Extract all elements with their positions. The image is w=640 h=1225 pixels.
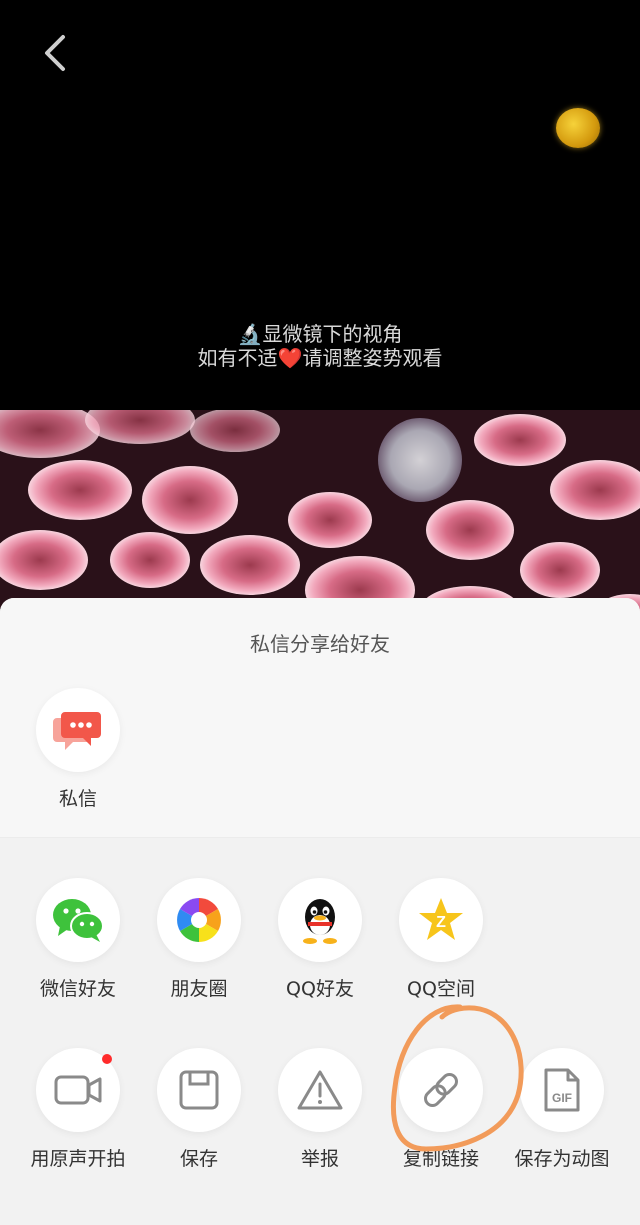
save-label: 保存 bbox=[179, 1148, 218, 1170]
shoot-with-original-sound-button[interactable]: 用原声开拍 bbox=[18, 1048, 138, 1171]
chevron-left-icon bbox=[45, 35, 65, 71]
private-message-circle[interactable] bbox=[36, 688, 120, 772]
coin-reward-icon[interactable] bbox=[556, 108, 600, 148]
warning-icon bbox=[297, 1070, 343, 1110]
moments-label: 朋友圈 bbox=[170, 978, 228, 1000]
qq-icon bbox=[303, 899, 337, 944]
copy-link-circle[interactable] bbox=[399, 1048, 483, 1132]
caption-line-2: 如有不适❤️请调整姿势观看 bbox=[197, 346, 443, 370]
private-message-label: 私信 bbox=[58, 788, 97, 810]
save-icon bbox=[179, 1070, 219, 1110]
qzone-circle[interactable]: Z bbox=[399, 878, 483, 962]
qzone-label: QQ空间 bbox=[407, 978, 475, 1000]
save-gif-label: 保存为动图 bbox=[514, 1148, 610, 1170]
video-player[interactable]: 🔬显微镜下的视角 如有不适❤️请调整姿势观看 bbox=[0, 0, 640, 640]
back-button[interactable] bbox=[30, 28, 80, 78]
qq-circle[interactable] bbox=[278, 878, 362, 962]
save-button[interactable]: 保存 bbox=[139, 1048, 259, 1171]
copy-link-button[interactable]: 复制链接 bbox=[381, 1048, 501, 1171]
save-as-gif-button[interactable]: GIF 保存为动图 bbox=[502, 1048, 622, 1171]
wechat-circle[interactable] bbox=[36, 878, 120, 962]
wechat-icon bbox=[53, 899, 104, 942]
save-gif-circle[interactable]: GIF bbox=[520, 1048, 604, 1132]
notification-dot bbox=[102, 1054, 112, 1064]
report-button[interactable]: 举报 bbox=[260, 1048, 380, 1171]
report-label: 举报 bbox=[300, 1148, 339, 1170]
share-qzone-button[interactable]: Z QQ空间 bbox=[381, 878, 501, 1001]
qzone-icon: Z bbox=[419, 898, 463, 940]
share-moments-button[interactable]: 朋友圈 bbox=[139, 878, 259, 1001]
shoot-circle[interactable] bbox=[36, 1048, 120, 1132]
share-qq-button[interactable]: QQ好友 bbox=[260, 878, 380, 1001]
gif-file-icon: GIF bbox=[544, 1068, 580, 1112]
video-camera-icon bbox=[54, 1075, 102, 1105]
caption-line-1: 🔬显微镜下的视角 bbox=[237, 322, 403, 346]
private-share-section: 私信分享给好友 私信 bbox=[0, 598, 640, 838]
video-caption: 🔬显微镜下的视角 如有不适❤️请调整姿势观看 bbox=[0, 322, 640, 370]
moments-icon bbox=[177, 898, 221, 942]
shoot-label: 用原声开拍 bbox=[30, 1148, 126, 1170]
save-circle[interactable] bbox=[157, 1048, 241, 1132]
wechat-label: 微信好友 bbox=[39, 978, 116, 1000]
chat-bubbles-icon bbox=[53, 712, 101, 750]
share-sheet: 私信分享给好友 私信 微信好友 朋友圈 QQ好友 Z QQ空间 用原声开拍 保存… bbox=[0, 598, 640, 1225]
share-wechat-button[interactable]: 微信好友 bbox=[18, 878, 138, 1001]
gif-badge-text: GIF bbox=[552, 1091, 572, 1105]
share-sheet-title: 私信分享给好友 bbox=[250, 632, 390, 656]
qq-label: QQ好友 bbox=[286, 978, 354, 1000]
svg-text:Z: Z bbox=[436, 914, 446, 931]
moments-circle[interactable] bbox=[157, 878, 241, 962]
private-message-button[interactable]: 私信 bbox=[18, 688, 138, 811]
report-circle[interactable] bbox=[278, 1048, 362, 1132]
link-icon bbox=[424, 1073, 458, 1107]
copy-link-label: 复制链接 bbox=[402, 1148, 479, 1170]
